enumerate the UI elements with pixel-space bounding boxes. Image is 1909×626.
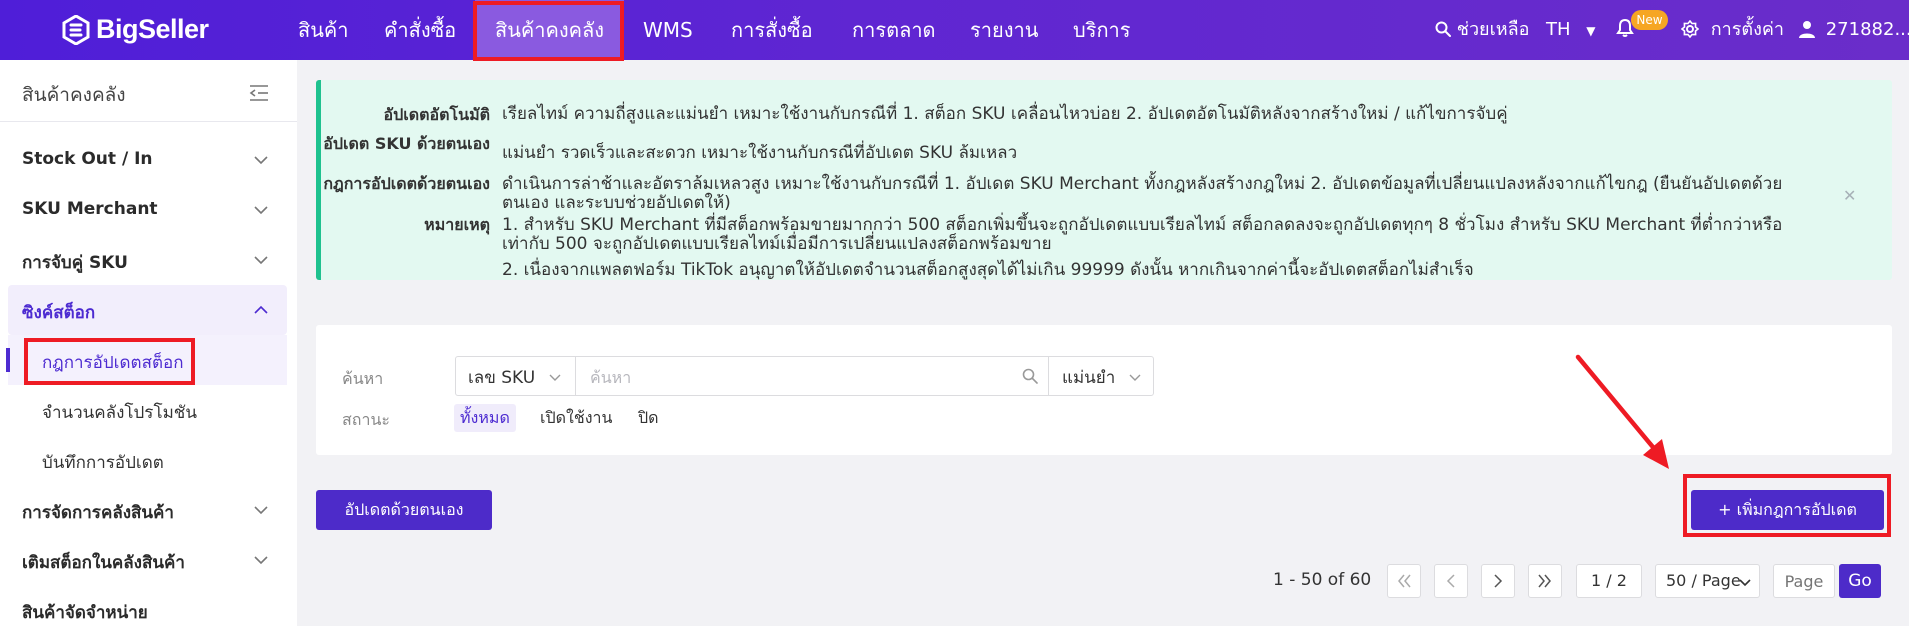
search-label: ค้นหา <box>342 369 384 388</box>
close-icon[interactable]: ✕ <box>1843 186 1856 205</box>
user-icon <box>1799 21 1815 38</box>
last-page-button[interactable] <box>1528 564 1562 598</box>
sidebar-item-update-log[interactable]: บันทึกการอัปเดต <box>42 449 164 476</box>
nav-item-purchase[interactable]: การสั่งซื้อ <box>731 0 813 60</box>
next-page-button[interactable] <box>1481 564 1515 598</box>
go-button[interactable]: Go <box>1839 564 1881 598</box>
nav-item-products[interactable]: สินค้า <box>298 0 349 60</box>
help-link[interactable]: ช่วยเหลือ <box>1435 0 1529 60</box>
chevron-down-icon <box>1739 579 1751 587</box>
settings-label: การตั้งค่า <box>1710 19 1785 40</box>
sidebar-title: สินค้าคงคลัง <box>22 84 126 106</box>
info-text-manual-rule-update: ดำเนินการล่าช้าและอัตราล้มเหลวสูง เหมาะใ… <box>502 174 1783 213</box>
info-label-manual-rule-update: กฎการอัปเดตด้วยตนเอง <box>323 174 490 193</box>
sidebar-item-promotion-stock[interactable]: จำนวนคลังโปรโมชัน <box>42 399 197 426</box>
info-text-auto-update: เรียลไทม์ ความถี่สูงและแม่นยำ เหมาะใช้งา… <box>502 104 1508 124</box>
chevron-down-icon <box>254 256 268 265</box>
bigseller-logo-icon <box>62 14 90 45</box>
search-separator <box>1048 357 1049 395</box>
collapse-sidebar-icon[interactable] <box>249 84 269 102</box>
search-type-value: เลข SKU <box>468 368 536 388</box>
notification-button[interactable] <box>1616 0 1634 60</box>
caret-down-icon: ▼ <box>1586 24 1596 38</box>
user-menu[interactable]: 271882... <box>1798 0 1909 60</box>
double-chevron-right-icon <box>1538 574 1551 588</box>
add-update-rule-button[interactable]: + เพิ่มกฎการอัปเดต <box>1691 490 1884 530</box>
help-label: ช่วยเหลือ <box>1456 19 1530 40</box>
nav-item-marketing[interactable]: การตลาด <box>852 0 936 60</box>
nav-item-services[interactable]: บริการ <box>1073 0 1131 60</box>
info-text-manual-sku-update: แม่นยำ รวดเร็วและสะดวก เหมาะใช้งานกับกรณ… <box>502 143 1018 163</box>
search-icon <box>1435 21 1451 37</box>
chevron-left-icon <box>1446 574 1455 588</box>
user-name: 271882... <box>1825 19 1909 40</box>
language-label: TH <box>1546 19 1571 40</box>
prev-page-button[interactable] <box>1434 564 1468 598</box>
top-navigation-bar: BigSeller สินค้า คำสั่งซื้อ สินค้าคงคลัง… <box>0 0 1909 60</box>
nav-item-wms[interactable]: WMS <box>643 0 693 60</box>
sidebar-active-indicator <box>6 348 10 372</box>
sidebar-item-sku-merchant[interactable]: SKU Merchant <box>22 199 158 219</box>
status-option-disabled[interactable]: ปิด <box>638 404 659 432</box>
double-chevron-left-icon <box>1398 574 1411 588</box>
per-page-select[interactable]: 50 / Page <box>1655 564 1760 598</box>
info-label-note: หมายเหตุ <box>424 215 490 234</box>
status-label: สถานะ <box>342 410 390 429</box>
chevron-down-icon <box>254 556 268 565</box>
sidebar-item-distribution-products[interactable]: สินค้าจัดจำหน่าย <box>22 599 148 626</box>
sidebar-item-warehouse-management[interactable]: การจัดการคลังสินค้า <box>22 499 174 526</box>
sidebar-item-stock-update-rules[interactable]: กฎการอัปเดตสต็อก <box>42 349 184 376</box>
info-label-manual-sku-update: อัปเดต SKU ด้วยตนเอง <box>323 134 490 153</box>
match-mode-select[interactable]: แม่นยำ <box>1062 364 1141 391</box>
info-text-note-2: 2. เนื่องจากแพลตฟอร์ม TikTok อนุญาตให้อั… <box>502 260 1474 280</box>
per-page-value: 50 / Page <box>1666 571 1741 590</box>
chevron-down-icon <box>254 206 268 215</box>
search-separator <box>575 357 576 395</box>
chevron-right-icon <box>1494 574 1503 588</box>
chevron-down-icon <box>549 374 561 381</box>
search-type-select[interactable]: เลข SKU <box>468 364 561 391</box>
sidebar-item-stock-out-in[interactable]: Stock Out / In <box>22 149 153 169</box>
nav-item-orders[interactable]: คำสั่งซื้อ <box>384 0 456 60</box>
bigseller-logo[interactable]: BigSeller <box>62 14 209 45</box>
chevron-up-icon <box>254 305 268 314</box>
search-icon[interactable] <box>1022 368 1038 384</box>
status-option-all[interactable]: ทั้งหมด <box>454 404 516 432</box>
nav-item-inventory[interactable]: สินค้าคงคลัง <box>475 0 625 60</box>
sidebar-item-sku-pairing[interactable]: การจับคู่ SKU <box>22 249 128 276</box>
info-label-auto-update: อัปเดตอัตโนมัติ <box>383 105 490 124</box>
nav-item-reports[interactable]: รายงาน <box>970 0 1038 60</box>
match-mode-value: แม่นยำ <box>1062 368 1116 388</box>
page-indicator: 1 / 2 <box>1576 564 1642 598</box>
search-input[interactable] <box>588 362 1012 392</box>
sidebar-item-stock-sync[interactable]: ซิงค์สต็อก <box>22 299 95 326</box>
language-selector[interactable]: TH ▼ <box>1546 0 1596 60</box>
chevron-down-icon <box>254 156 268 165</box>
pagination-range: 1 - 50 of 60 <box>1273 570 1372 590</box>
settings-link[interactable]: การตั้งค่า <box>1680 0 1785 60</box>
logo-text: BigSeller <box>96 14 209 44</box>
page-jump-input[interactable] <box>1773 564 1835 598</box>
chevron-down-icon <box>1129 374 1141 381</box>
sidebar-item-restock-warehouse[interactable]: เติมสต็อกในคลังสินค้า <box>22 549 185 576</box>
info-text-note-1: 1. สำหรับ SKU Merchant ที่มีสต็อกพร้อมขา… <box>502 215 1783 254</box>
manual-update-button[interactable]: อัปเดตด้วยตนเอง <box>316 490 492 530</box>
gear-icon <box>1680 19 1700 39</box>
sidebar-divider <box>0 121 297 122</box>
first-page-button[interactable] <box>1387 564 1421 598</box>
status-option-enabled[interactable]: เปิดใช้งาน <box>540 404 612 432</box>
chevron-down-icon <box>254 506 268 515</box>
new-badge: New <box>1631 10 1668 30</box>
